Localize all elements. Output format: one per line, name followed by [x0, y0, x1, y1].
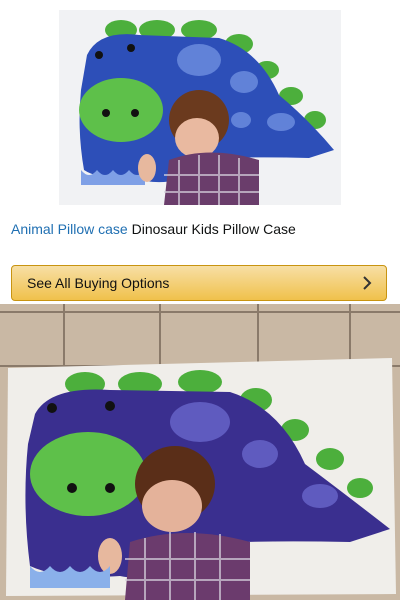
- see-all-buying-options-button[interactable]: See All Buying Options: [11, 265, 387, 301]
- pillow-case-photo-illustration: [0, 304, 400, 600]
- product-name: Dinosaur Kids Pillow Case: [131, 221, 296, 237]
- brand-link[interactable]: Animal Pillow case: [11, 221, 128, 237]
- product-title: Animal Pillow case Dinosaur Kids Pillow …: [11, 219, 391, 239]
- buy-button-label: See All Buying Options: [27, 275, 170, 291]
- dinosaur-pillow-illustration: [59, 10, 341, 205]
- customer-photo[interactable]: [0, 304, 400, 600]
- dino-face: [79, 78, 163, 142]
- product-image[interactable]: [59, 10, 341, 205]
- chevron-right-icon: [363, 276, 372, 290]
